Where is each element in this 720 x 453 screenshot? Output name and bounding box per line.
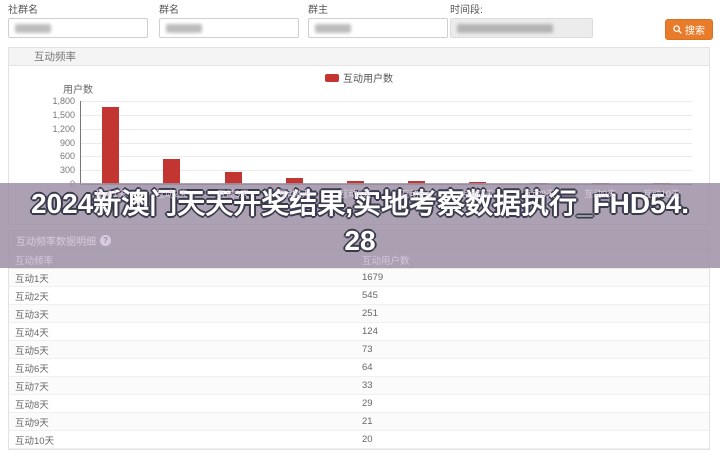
help-icon[interactable]: ?	[100, 235, 111, 246]
table-row: 互动3天251	[9, 305, 709, 323]
column-header-users: 互动用户数	[360, 253, 709, 267]
field-time-range: 时间段:	[450, 3, 593, 38]
cell-users: 64	[360, 362, 709, 373]
x-axis-label: 互动6天	[386, 187, 448, 200]
legend-label: 互动用户数	[343, 70, 393, 85]
y-tick-label: 300	[9, 165, 75, 175]
time-range-label: 时间段:	[450, 3, 593, 18]
x-axis-label: 互动1天	[80, 187, 142, 200]
x-axis-label: 互动10天	[630, 187, 692, 200]
cell-users: 21	[360, 416, 709, 427]
gridline	[80, 101, 692, 102]
gridline	[80, 156, 692, 157]
gridline	[80, 129, 692, 130]
cell-users: 20	[360, 434, 709, 445]
search-icon	[673, 25, 682, 34]
bar[interactable]	[163, 159, 180, 184]
community-name-input[interactable]	[8, 18, 148, 38]
table-row: 互动4天124	[9, 323, 709, 341]
cell-frequency: 互动6天	[9, 361, 360, 375]
table-body: 互动1天1679互动2天545互动3天251互动4天124互动5天73互动6天6…	[9, 269, 709, 449]
page: 社群名 群名 群主 时间段: 搜索 互动频率 互动用户数 用户数 1	[0, 0, 720, 453]
cell-frequency: 互动10天	[9, 433, 360, 447]
x-axis-label: 互动8天	[508, 187, 570, 200]
table-header-row: 互动频率 互动用户数	[9, 251, 709, 269]
cell-frequency: 互动4天	[9, 325, 360, 339]
column-header-frequency: 互动频率	[9, 253, 360, 267]
table-row: 互动5天73	[9, 341, 709, 359]
y-tick-label: 1,800	[9, 96, 75, 106]
chart-panel-title: 互动频率	[9, 48, 709, 66]
cell-users: 251	[360, 308, 709, 319]
cell-users: 124	[360, 326, 709, 337]
y-tick-label: 1,500	[9, 110, 75, 120]
x-axis-label: 互动3天	[202, 187, 264, 200]
redacted-placeholder	[166, 24, 202, 33]
redacted-placeholder	[315, 24, 351, 33]
cell-frequency: 互动3天	[9, 307, 360, 321]
interaction-frequency-chart-panel: 互动频率 互动用户数 用户数 1,8001,5001,2009006003000…	[8, 47, 710, 225]
table-row: 互动8天29	[9, 395, 709, 413]
y-tick-label: 600	[9, 151, 75, 161]
search-button-label: 搜索	[685, 22, 705, 37]
cell-frequency: 互动7天	[9, 379, 360, 393]
y-axis-title: 用户数	[63, 81, 93, 96]
x-axis-label: 互动5天	[324, 187, 386, 200]
gridline	[80, 143, 692, 144]
group-name-input[interactable]	[159, 18, 299, 38]
time-range-input[interactable]	[450, 18, 593, 38]
table-section-title: 互动频率数据明细	[16, 233, 96, 248]
table-row: 互动9天21	[9, 413, 709, 431]
x-axis-label: 互动2天	[141, 187, 203, 200]
cell-users: 29	[360, 398, 709, 409]
y-tick-label: 1,200	[9, 124, 75, 134]
group-owner-label: 群主	[308, 3, 448, 18]
cell-users: 33	[360, 380, 709, 391]
redacted-placeholder	[15, 24, 51, 33]
interaction-frequency-table-panel: 互动频率数据明细 ? 互动频率 互动用户数 互动1天1679互动2天545互动3…	[8, 230, 710, 450]
legend-item[interactable]: 互动用户数	[325, 70, 393, 85]
table-row: 互动7天33	[9, 377, 709, 395]
redacted-placeholder	[457, 24, 553, 33]
cell-users: 73	[360, 344, 709, 355]
legend-swatch	[325, 74, 339, 82]
cell-frequency: 互动2天	[9, 289, 360, 303]
cell-users: 545	[360, 290, 709, 301]
cell-frequency: 互动8天	[9, 397, 360, 411]
community-name-label: 社群名	[8, 3, 148, 18]
x-axis-label: 互动4天	[263, 187, 325, 200]
x-axis-label: 互动9天	[569, 187, 631, 200]
cell-users: 1679	[360, 272, 709, 283]
cell-frequency: 互动1天	[9, 271, 360, 285]
bar[interactable]	[102, 107, 119, 184]
table-row: 互动1天1679	[9, 269, 709, 287]
filter-bar: 社群名 群名 群主 时间段: 搜索	[0, 0, 720, 47]
y-tick-label: 900	[9, 138, 75, 148]
cell-frequency: 互动5天	[9, 343, 360, 357]
table-row: 互动2天545	[9, 287, 709, 305]
cell-frequency: 互动9天	[9, 415, 360, 429]
search-button[interactable]: 搜索	[665, 19, 713, 40]
field-group-owner: 群主	[308, 3, 448, 38]
x-axis-label: 互动7天	[447, 187, 509, 200]
field-group-name: 群名	[159, 3, 299, 38]
table-row: 互动6天64	[9, 359, 709, 377]
field-community-name: 社群名	[8, 3, 148, 38]
group-name-label: 群名	[159, 3, 299, 18]
table-row: 互动10天20	[9, 431, 709, 449]
y-axis-line	[80, 101, 81, 184]
group-owner-input[interactable]	[308, 18, 448, 38]
gridline	[80, 115, 692, 116]
